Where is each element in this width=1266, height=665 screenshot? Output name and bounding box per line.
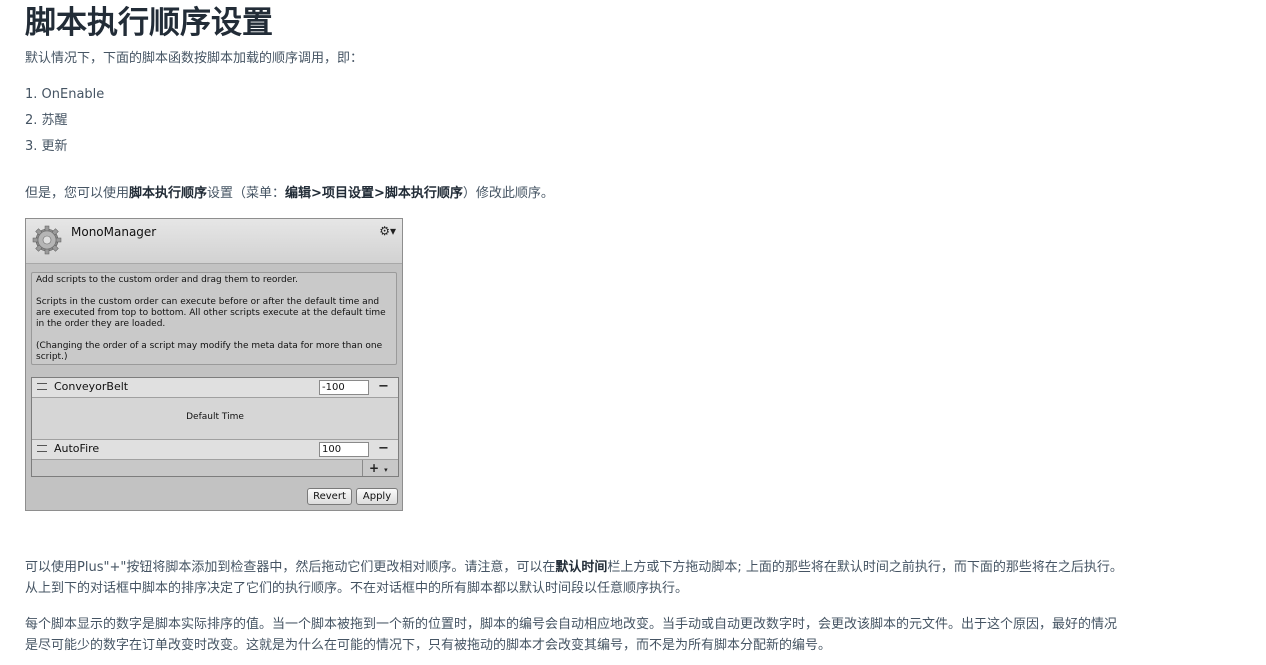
help-text: (Changing the order of a script may modi… — [36, 341, 383, 362]
add-script-button[interactable]: + ▾ — [362, 460, 396, 476]
intro-text: 默认情况下，下面的脚本函数按脚本加载的顺序调用，即： — [25, 51, 364, 66]
remove-button[interactable]: − — [378, 441, 389, 456]
inspector-header: MonoManager ⚙▾ — [26, 219, 402, 264]
list-item: 3. 更新 — [25, 139, 68, 154]
page-title: 脚本执行顺序设置 — [25, 5, 273, 41]
remove-button[interactable]: − — [378, 379, 389, 394]
text-run: 但是，您可以使用 — [25, 186, 130, 201]
plus-icon: + — [369, 461, 380, 475]
list-item: 1. OnEnable — [25, 87, 105, 102]
mono-manager-inspector-image: MonoManager ⚙▾ Add scripts to the custom… — [25, 218, 403, 511]
list-item: 2. 苏醒 — [25, 113, 68, 128]
help-text: Add scripts to the custom order and drag… — [36, 275, 298, 285]
script-name: ConveyorBelt — [54, 380, 129, 393]
menu-path: 编辑>项目设置>脚本执行顺序 — [285, 186, 463, 201]
revert-button[interactable]: Revert — [307, 488, 352, 505]
list-footer: + ▾ — [32, 460, 398, 476]
script-name: AutoFire — [54, 442, 100, 455]
text-run: 设置（菜单： — [207, 186, 286, 201]
execution-steps-list: 1. OnEnable 2. 苏醒 3. 更新 — [25, 84, 104, 162]
gear-menu-icon[interactable]: ⚙▾ — [379, 224, 396, 238]
chevron-down-icon: ▾ — [384, 466, 388, 474]
text-run: ）修改此顺序。 — [462, 186, 554, 201]
table-row[interactable]: ConveyorBelt -100 − — [32, 378, 398, 398]
default-time-label: Default Time — [186, 412, 244, 422]
gear-icon — [32, 225, 62, 255]
drag-handle-icon[interactable] — [37, 445, 47, 452]
bold-term: 脚本执行顺序 — [129, 186, 208, 201]
inspector-title: MonoManager — [71, 225, 157, 239]
apply-button[interactable]: Apply — [356, 488, 398, 505]
drag-handle-icon[interactable] — [37, 383, 47, 390]
default-time-zone: Default Time — [32, 398, 398, 439]
order-field[interactable]: 100 — [319, 442, 369, 457]
help-text: Scripts in the custom order can execute … — [36, 297, 386, 329]
plus-button-paragraph: 可以使用Plus"+"按钮将脚本添加到检查器中，然后拖动它们更改相对顺序。请注意… — [25, 557, 1125, 599]
order-field[interactable]: -100 — [319, 380, 369, 395]
table-row[interactable]: AutoFire 100 − — [32, 439, 398, 460]
numbering-paragraph: 每个脚本显示的数字是脚本实际排序的值。当一个脚本被拖到一个新的位置时，脚本的编号… — [25, 617, 1118, 653]
bold-term: 默认时间 — [555, 560, 608, 575]
script-order-list: ConveyorBelt -100 − Default Time AutoFir… — [31, 377, 399, 477]
text-run: 可以使用Plus"+"按钮将脚本添加到检查器中，然后拖动它们更改相对顺序。请注意… — [25, 560, 556, 575]
help-box: Add scripts to the custom order and drag… — [31, 272, 397, 365]
settings-paragraph: 但是，您可以使用脚本执行顺序设置（菜单：编辑>项目设置>脚本执行顺序）修改此顺序… — [25, 183, 1125, 204]
